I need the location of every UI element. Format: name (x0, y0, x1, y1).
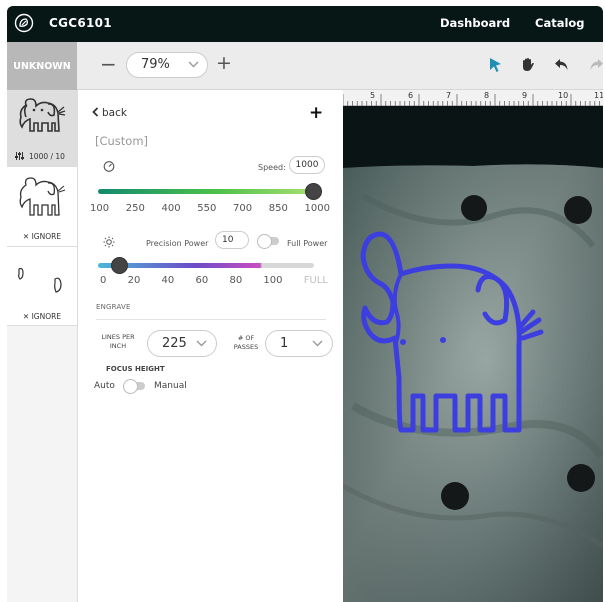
undo-icon[interactable] (553, 56, 571, 74)
lines-per-inch-select[interactable]: 225 (147, 330, 217, 357)
material-tab[interactable]: UNKNOWN (7, 42, 77, 90)
passes-label: # OF PASSES (233, 334, 259, 351)
thumbnail-settings-caption: 1000 / 10 (29, 152, 65, 161)
redo-icon[interactable] (587, 56, 603, 74)
divider (96, 319, 326, 320)
power-tick: 0 (100, 275, 107, 286)
speed-tick: 1000 (304, 203, 330, 214)
chevron-down-icon (188, 61, 199, 68)
ear-shapes-icon (18, 267, 62, 293)
lines-per-inch-label: LINES PER INCH (101, 333, 135, 350)
speed-tick: 850 (268, 203, 288, 214)
power-tick: 100 (263, 275, 283, 286)
pan-hand-icon[interactable] (519, 56, 537, 74)
fabric-shading (343, 164, 603, 602)
focus-height-toggle[interactable] (123, 379, 145, 394)
ruler-number: 8 (484, 91, 490, 100)
chevron-down-icon (196, 340, 207, 347)
power-tick: 40 (161, 275, 175, 286)
back-label: back (102, 107, 127, 119)
focus-height-label: FOCUS HEIGHT (106, 365, 165, 373)
chevron-down-icon (312, 340, 323, 347)
nav-dashboard-link[interactable]: Dashboard (440, 16, 510, 30)
app-title: CGC6101 (49, 16, 112, 30)
thumbnail-ignore-label: IGNORE (31, 312, 62, 321)
ruler-number: 7 (446, 91, 452, 100)
back-link[interactable]: back (92, 107, 127, 119)
pin-magnet (564, 196, 592, 224)
speedometer-icon (103, 161, 115, 172)
ruler-number: 6 (408, 91, 414, 100)
lines-per-inch-value: 225 (162, 336, 187, 351)
chevron-left-icon (92, 107, 99, 117)
focus-manual-label: Manual (154, 381, 187, 391)
passes-value: 1 (280, 336, 289, 351)
zoom-out-button[interactable]: − (100, 54, 117, 74)
settings-panel: back + [Custom] Speed: 1000 100 250 400 … (78, 90, 343, 602)
speed-slider-handle[interactable] (305, 183, 322, 200)
glowforge-logo-icon[interactable] (14, 13, 34, 33)
power-sun-icon (103, 236, 115, 248)
passes-select[interactable]: 1 (265, 330, 333, 357)
ruler-number: 10 (558, 91, 569, 100)
full-power-toggle[interactable] (257, 234, 279, 249)
speed-slider-track[interactable] (98, 189, 314, 194)
engrave-label: ENGRAVE (96, 303, 131, 311)
speed-tick: 700 (233, 203, 253, 214)
add-settings-button[interactable]: + (309, 103, 323, 123)
speed-input[interactable]: 1000 (289, 156, 325, 174)
zoom-value: 79% (141, 57, 170, 72)
speed-tick: 100 (90, 203, 110, 214)
app-window: CGC6101 Dashboard Catalog UNKNOWN − 79% … (7, 6, 603, 602)
power-ticks: 0 20 40 60 80 100 FULL (100, 275, 328, 286)
bed-dark-top (343, 106, 603, 168)
speed-tick: 400 (161, 203, 181, 214)
thumbnail-ignore-caption: ✕ IGNORE (22, 312, 62, 321)
power-input[interactable]: 10 (215, 231, 249, 249)
speed-tick: 250 (125, 203, 145, 214)
power-slider-handle[interactable] (111, 257, 128, 274)
elephant-engrave-icon (19, 98, 66, 132)
thumbnail-ignore-label: IGNORE (31, 232, 62, 241)
elephant-outline-icon (19, 177, 66, 216)
top-bar: CGC6101 Dashboard Catalog (7, 6, 603, 42)
zoom-in-button[interactable]: + (216, 53, 232, 73)
zoom-select[interactable]: 79% (126, 52, 208, 78)
power-tick: FULL (303, 275, 328, 286)
speed-tick: 550 (197, 203, 217, 214)
thumbnail-elephant-engrave[interactable]: 1000 / 10 (7, 90, 77, 167)
power-tick: 80 (229, 275, 243, 286)
ruler-number: 5 (370, 91, 376, 100)
precision-power-label: Precision Power (146, 239, 209, 248)
pin-magnet (461, 195, 487, 221)
thumbnail-ear-shapes[interactable]: ✕ IGNORE (7, 247, 77, 326)
preset-name[interactable]: [Custom] (95, 134, 148, 148)
power-tick: 60 (195, 275, 209, 286)
ruler-number: 9 (522, 91, 528, 100)
design-thumbnails: 1000 / 10 ✕ IGNORE ✕ IGNORE (7, 90, 78, 602)
material-preview (343, 106, 603, 602)
speed-label: Speed: (258, 163, 286, 172)
ruler-number: 11 (594, 91, 603, 100)
pin-magnet (567, 464, 595, 492)
elephant-eye (440, 337, 446, 343)
speed-ticks: 100 250 400 550 700 850 1000 (90, 203, 330, 214)
toolbar: UNKNOWN − 79% + (7, 42, 603, 90)
bed-canvas[interactable]: 5 6 7 8 9 10 11 (343, 90, 603, 602)
thumbnail-ignore-caption: ✕ IGNORE (22, 232, 62, 241)
top-ruler: 5 6 7 8 9 10 11 (343, 90, 603, 106)
elephant-eye (400, 339, 406, 345)
full-power-label: Full Power (287, 239, 328, 248)
focus-auto-label: Auto (94, 381, 115, 391)
thumbnail-elephant-outline[interactable]: ✕ IGNORE (7, 167, 77, 247)
nav-catalog-link[interactable]: Catalog (535, 16, 585, 30)
power-tick: 20 (127, 275, 141, 286)
power-slider-track[interactable] (98, 263, 314, 268)
pin-magnet (441, 482, 469, 510)
select-arrow-icon[interactable] (487, 56, 505, 74)
